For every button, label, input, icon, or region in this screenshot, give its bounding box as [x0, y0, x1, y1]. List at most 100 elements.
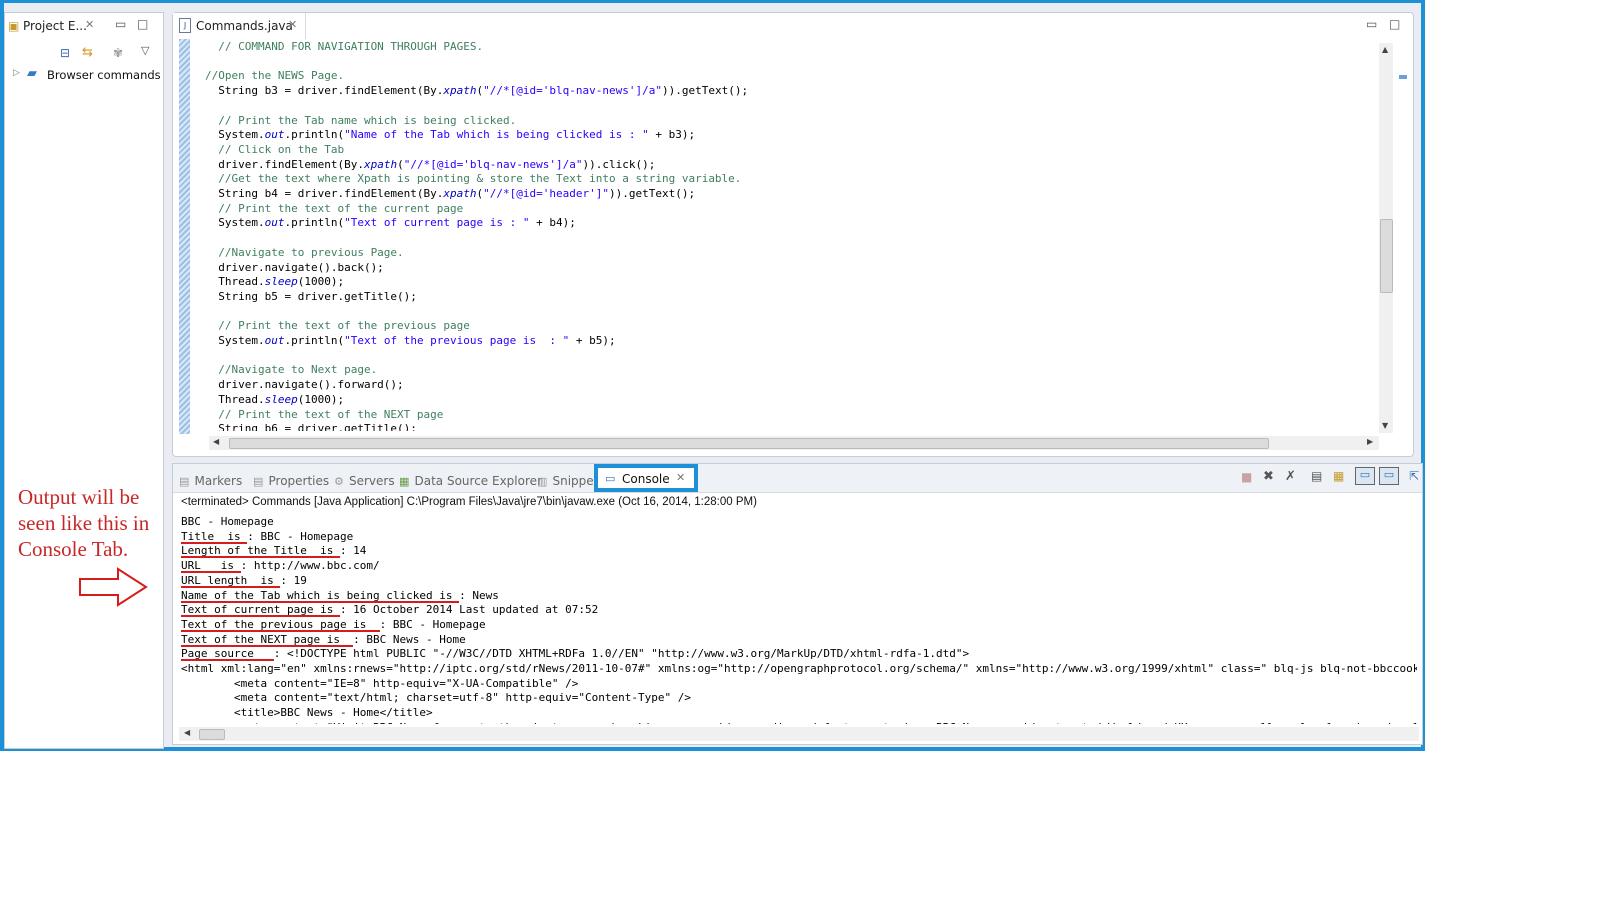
editor-tab-label: Commands.java	[196, 19, 293, 33]
code-token: "Name of the Tab which is being clicked …	[344, 128, 649, 142]
code-line: String b5 = driver.getTitle();	[205, 289, 417, 304]
code-line: // Print the text of the current page	[205, 201, 463, 216]
terminate-icon[interactable]: ■	[1241, 470, 1252, 484]
scroll-right-icon[interactable]: ▶	[1367, 437, 1373, 446]
console-line: Page source : <!DOCTYPE html PUBLIC "-//…	[181, 647, 970, 661]
tab-markers-label: Markers	[194, 474, 243, 488]
remove-all-terminated-icon[interactable]: ✗	[1285, 469, 1296, 484]
code-token: String b3 = driver.findElement(By.	[205, 84, 444, 98]
code-token: (1000);	[297, 392, 345, 406]
annotation-text: Output will be seen like this in Console…	[18, 485, 150, 561]
expand-arrow-icon[interactable]: ▷	[13, 68, 20, 78]
project-explorer-panel: ▣ Project E... ✕ ▭ □ ⊟ ⇆ ✾ ▽ ▷ ▰ Browser…	[4, 12, 164, 749]
vertical-scrollbar[interactable]: ▲ ▼	[1379, 43, 1393, 433]
link-editor-icon[interactable]: ⇆	[82, 45, 93, 60]
code-line: String b3 = driver.findElement(By.xpath(…	[205, 83, 748, 98]
code-line: //Open the NEWS Page.	[205, 68, 344, 83]
minimize-icon[interactable]: ▭	[115, 17, 126, 31]
code-token: out	[264, 334, 285, 347]
code-token: //Get the text where Xpath is pointing &…	[205, 172, 742, 186]
markers-icon: ▤	[179, 475, 190, 488]
code-area[interactable]: // COMMAND FOR NAVIGATION THROUGH PAGES.…	[205, 39, 1375, 431]
tab-data-source-explorer[interactable]: ▦ Data Source Explorer	[399, 470, 542, 489]
overview-marker[interactable]	[1399, 75, 1407, 79]
code-line: String b6 = driver.getTitle();	[205, 421, 417, 431]
project-explorer-tab[interactable]: ▣ Project E... ✕	[5, 13, 103, 39]
code-token: xpath	[443, 187, 477, 200]
horizontal-scrollbar[interactable]: ◀ ▶	[209, 436, 1379, 450]
code-token: .println(	[284, 128, 345, 142]
console-line: <title>BBC News - Home</title>	[181, 706, 433, 720]
code-token: //Open the NEWS Page.	[205, 69, 345, 83]
maximize-icon[interactable]: □	[1389, 17, 1400, 31]
code-line: Thread.sleep(1000);	[205, 392, 344, 407]
code-token: sleep	[264, 392, 298, 406]
tab-servers[interactable]: ⚙ Servers	[334, 470, 395, 489]
console-line: <meta content="IE=8" http-equiv="X-UA-Co…	[181, 676, 579, 690]
code-token: System.	[205, 334, 265, 347]
properties-icon: ▤	[253, 475, 264, 488]
code-token: String b5 = driver.getTitle();	[205, 289, 417, 303]
code-line: //Navigate to Next page.	[205, 362, 377, 377]
code-token: // Print the text of the current page	[205, 201, 464, 215]
remove-launch-icon[interactable]: ✖	[1263, 469, 1274, 484]
console-horizontal-scrollbar[interactable]: ◀	[179, 727, 1419, 741]
code-line: System.out.println("Text of current page…	[205, 215, 576, 230]
collapse-all-icon[interactable]: ⊟	[60, 46, 70, 60]
code-token: driver.findElement(By.	[205, 157, 364, 171]
code-token: )).click();	[582, 157, 656, 171]
tree-item-browser-commands[interactable]: ▷ ▰ Browser commands	[13, 66, 161, 83]
editor-tab[interactable]: J Commands.java ✕	[173, 13, 306, 39]
close-icon[interactable]: ✕	[676, 471, 685, 484]
tab-snippets[interactable]: ▥ Snippets	[537, 470, 593, 489]
minimize-icon[interactable]: ▭	[1366, 17, 1377, 31]
scroll-thumb-horizontal[interactable]	[229, 438, 1269, 449]
editor-panel: J Commands.java ✕ ▭ □ // COMMAND FOR NAV…	[172, 12, 1414, 457]
show-console-errors-icon[interactable]: ▭	[1379, 467, 1399, 485]
scroll-thumb-horizontal[interactable]	[199, 729, 225, 740]
code-token: String b6 = driver.getTitle();	[205, 422, 417, 431]
java-file-icon: J	[179, 18, 191, 33]
project-explorer-label: Project E...	[23, 19, 87, 33]
project-folder-icon: ▰	[27, 66, 37, 81]
pin-console-icon[interactable]: ⇱	[1409, 469, 1419, 483]
scroll-thumb[interactable]	[1380, 219, 1393, 293]
clear-console-icon[interactable]: ▤	[1311, 469, 1322, 483]
tab-snippets-label: Snippets	[552, 474, 594, 488]
scroll-left-icon[interactable]: ◀	[213, 437, 219, 446]
maximize-icon[interactable]: □	[137, 17, 148, 31]
scroll-lock-icon[interactable]: ▦	[1333, 469, 1344, 483]
code-token: .println(	[284, 334, 345, 347]
code-line: // Click on the Tab	[205, 142, 344, 157]
scroll-down-icon[interactable]: ▼	[1382, 421, 1388, 430]
tab-properties[interactable]: ▤ Properties	[253, 470, 329, 489]
console-panel: ▤ Markers ▤ Properties ⚙ Servers ▦ Data …	[172, 463, 1423, 745]
tab-data-source-label: Data Source Explorer	[414, 474, 542, 488]
code-token: xpath	[443, 84, 477, 98]
close-icon[interactable]: ✕	[288, 18, 297, 31]
tab-markers[interactable]: ▤ Markers	[179, 470, 242, 489]
show-console-output-icon[interactable]: ▭	[1355, 467, 1375, 485]
bottom-tab-bar: ▤ Markers ▤ Properties ⚙ Servers ▦ Data …	[173, 464, 1422, 493]
code-token: "Text of current page is : "	[344, 216, 530, 230]
tab-servers-label: Servers	[348, 474, 395, 488]
scroll-up-icon[interactable]: ▲	[1382, 45, 1388, 54]
code-token: + b4);	[529, 216, 576, 230]
console-line: <html xml:lang="en" xmlns:rnews="http://…	[181, 662, 1417, 675]
annotation-arrow-icon	[79, 567, 148, 607]
code-line: // COMMAND FOR NAVIGATION THROUGH PAGES.	[205, 39, 483, 54]
code-token: //Navigate to previous Page.	[205, 245, 404, 259]
code-line: //Get the text where Xpath is pointing &…	[205, 171, 741, 186]
console-output[interactable]: BBC - Homepage Title is : BBC - Homepage L…	[181, 514, 1417, 724]
code-token: // COMMAND FOR NAVIGATION THROUGH PAGES.	[205, 40, 484, 53]
code-token: "Text of the previous page is : "	[344, 334, 570, 347]
view-menu-icon[interactable]: ▽	[141, 44, 149, 57]
scroll-left-icon[interactable]: ◀	[184, 728, 190, 737]
view-settings-icon[interactable]: ✾	[113, 46, 123, 60]
folder-icon: ▣	[8, 19, 20, 33]
code-token: "//*[@id='blq-nav-news']/a"	[483, 84, 662, 98]
code-token: out	[264, 128, 285, 142]
close-icon[interactable]: ✕	[85, 18, 94, 31]
tab-console[interactable]: ▭ Console ✕	[594, 464, 698, 492]
console-line: <meta content="text/html; charset=utf-8"…	[181, 691, 691, 705]
